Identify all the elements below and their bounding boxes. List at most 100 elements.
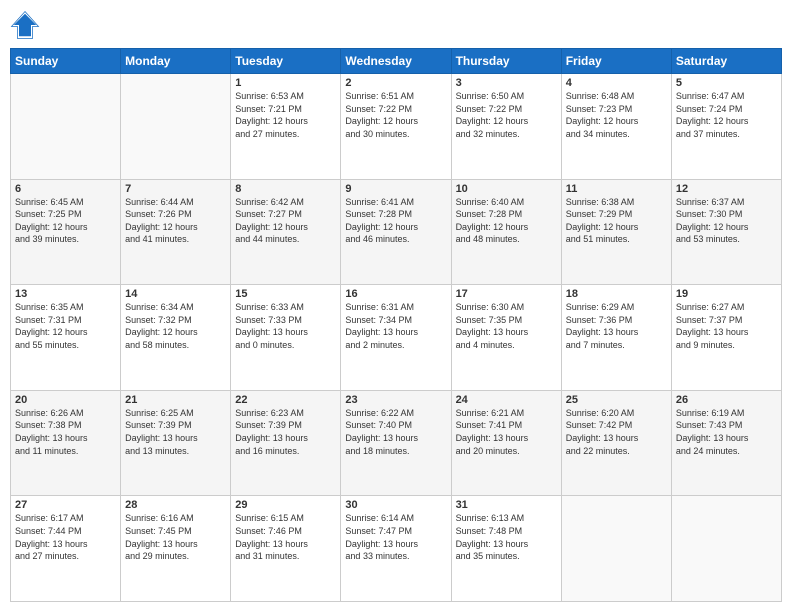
weekday-header: Monday: [121, 49, 231, 74]
day-info: Sunrise: 6:37 AM Sunset: 7:30 PM Dayligh…: [676, 196, 777, 246]
day-info: Sunrise: 6:47 AM Sunset: 7:24 PM Dayligh…: [676, 90, 777, 140]
day-info: Sunrise: 6:23 AM Sunset: 7:39 PM Dayligh…: [235, 407, 336, 457]
page: SundayMondayTuesdayWednesdayThursdayFrid…: [0, 0, 792, 612]
calendar-cell: 21Sunrise: 6:25 AM Sunset: 7:39 PM Dayli…: [121, 390, 231, 496]
calendar-table: SundayMondayTuesdayWednesdayThursdayFrid…: [10, 48, 782, 602]
weekday-header: Sunday: [11, 49, 121, 74]
calendar-cell: 10Sunrise: 6:40 AM Sunset: 7:28 PM Dayli…: [451, 179, 561, 285]
day-info: Sunrise: 6:50 AM Sunset: 7:22 PM Dayligh…: [456, 90, 557, 140]
day-number: 5: [676, 77, 777, 89]
weekday-header: Wednesday: [341, 49, 451, 74]
header: [10, 10, 782, 40]
day-info: Sunrise: 6:19 AM Sunset: 7:43 PM Dayligh…: [676, 407, 777, 457]
day-number: 28: [125, 499, 226, 511]
calendar-cell: 25Sunrise: 6:20 AM Sunset: 7:42 PM Dayli…: [561, 390, 671, 496]
calendar-cell: [561, 496, 671, 602]
calendar-cell: 26Sunrise: 6:19 AM Sunset: 7:43 PM Dayli…: [671, 390, 781, 496]
day-info: Sunrise: 6:35 AM Sunset: 7:31 PM Dayligh…: [15, 301, 116, 351]
day-number: 14: [125, 288, 226, 300]
calendar-cell: 16Sunrise: 6:31 AM Sunset: 7:34 PM Dayli…: [341, 285, 451, 391]
calendar-cell: 8Sunrise: 6:42 AM Sunset: 7:27 PM Daylig…: [231, 179, 341, 285]
day-info: Sunrise: 6:14 AM Sunset: 7:47 PM Dayligh…: [345, 512, 446, 562]
calendar-cell: 24Sunrise: 6:21 AM Sunset: 7:41 PM Dayli…: [451, 390, 561, 496]
calendar-cell: 3Sunrise: 6:50 AM Sunset: 7:22 PM Daylig…: [451, 74, 561, 180]
calendar-week-row: 20Sunrise: 6:26 AM Sunset: 7:38 PM Dayli…: [11, 390, 782, 496]
day-number: 7: [125, 183, 226, 195]
day-info: Sunrise: 6:44 AM Sunset: 7:26 PM Dayligh…: [125, 196, 226, 246]
calendar-cell: 22Sunrise: 6:23 AM Sunset: 7:39 PM Dayli…: [231, 390, 341, 496]
day-number: 26: [676, 394, 777, 406]
calendar-cell: [121, 74, 231, 180]
weekday-header: Friday: [561, 49, 671, 74]
calendar-cell: 9Sunrise: 6:41 AM Sunset: 7:28 PM Daylig…: [341, 179, 451, 285]
day-info: Sunrise: 6:31 AM Sunset: 7:34 PM Dayligh…: [345, 301, 446, 351]
day-number: 30: [345, 499, 446, 511]
day-number: 25: [566, 394, 667, 406]
day-number: 27: [15, 499, 116, 511]
calendar-cell: 19Sunrise: 6:27 AM Sunset: 7:37 PM Dayli…: [671, 285, 781, 391]
day-info: Sunrise: 6:20 AM Sunset: 7:42 PM Dayligh…: [566, 407, 667, 457]
day-info: Sunrise: 6:48 AM Sunset: 7:23 PM Dayligh…: [566, 90, 667, 140]
day-info: Sunrise: 6:53 AM Sunset: 7:21 PM Dayligh…: [235, 90, 336, 140]
day-number: 9: [345, 183, 446, 195]
calendar-cell: 14Sunrise: 6:34 AM Sunset: 7:32 PM Dayli…: [121, 285, 231, 391]
calendar-cell: 7Sunrise: 6:44 AM Sunset: 7:26 PM Daylig…: [121, 179, 231, 285]
day-number: 3: [456, 77, 557, 89]
day-info: Sunrise: 6:40 AM Sunset: 7:28 PM Dayligh…: [456, 196, 557, 246]
logo: [10, 10, 44, 40]
day-number: 10: [456, 183, 557, 195]
day-info: Sunrise: 6:21 AM Sunset: 7:41 PM Dayligh…: [456, 407, 557, 457]
weekday-header: Saturday: [671, 49, 781, 74]
day-info: Sunrise: 6:42 AM Sunset: 7:27 PM Dayligh…: [235, 196, 336, 246]
calendar-cell: 1Sunrise: 6:53 AM Sunset: 7:21 PM Daylig…: [231, 74, 341, 180]
calendar-cell: 28Sunrise: 6:16 AM Sunset: 7:45 PM Dayli…: [121, 496, 231, 602]
weekday-header: Thursday: [451, 49, 561, 74]
calendar-cell: 13Sunrise: 6:35 AM Sunset: 7:31 PM Dayli…: [11, 285, 121, 391]
day-info: Sunrise: 6:17 AM Sunset: 7:44 PM Dayligh…: [15, 512, 116, 562]
weekday-header-row: SundayMondayTuesdayWednesdayThursdayFrid…: [11, 49, 782, 74]
day-number: 11: [566, 183, 667, 195]
day-number: 20: [15, 394, 116, 406]
calendar-cell: 20Sunrise: 6:26 AM Sunset: 7:38 PM Dayli…: [11, 390, 121, 496]
day-number: 23: [345, 394, 446, 406]
calendar-cell: [11, 74, 121, 180]
calendar-week-row: 1Sunrise: 6:53 AM Sunset: 7:21 PM Daylig…: [11, 74, 782, 180]
day-info: Sunrise: 6:45 AM Sunset: 7:25 PM Dayligh…: [15, 196, 116, 246]
calendar-cell: 17Sunrise: 6:30 AM Sunset: 7:35 PM Dayli…: [451, 285, 561, 391]
logo-icon: [10, 10, 40, 40]
day-info: Sunrise: 6:38 AM Sunset: 7:29 PM Dayligh…: [566, 196, 667, 246]
day-number: 29: [235, 499, 336, 511]
day-info: Sunrise: 6:27 AM Sunset: 7:37 PM Dayligh…: [676, 301, 777, 351]
day-info: Sunrise: 6:26 AM Sunset: 7:38 PM Dayligh…: [15, 407, 116, 457]
calendar-cell: [671, 496, 781, 602]
day-info: Sunrise: 6:13 AM Sunset: 7:48 PM Dayligh…: [456, 512, 557, 562]
day-number: 21: [125, 394, 226, 406]
day-number: 22: [235, 394, 336, 406]
calendar-cell: 11Sunrise: 6:38 AM Sunset: 7:29 PM Dayli…: [561, 179, 671, 285]
calendar-cell: 27Sunrise: 6:17 AM Sunset: 7:44 PM Dayli…: [11, 496, 121, 602]
calendar-cell: 30Sunrise: 6:14 AM Sunset: 7:47 PM Dayli…: [341, 496, 451, 602]
day-info: Sunrise: 6:34 AM Sunset: 7:32 PM Dayligh…: [125, 301, 226, 351]
day-number: 8: [235, 183, 336, 195]
calendar-week-row: 27Sunrise: 6:17 AM Sunset: 7:44 PM Dayli…: [11, 496, 782, 602]
day-number: 19: [676, 288, 777, 300]
calendar-cell: 6Sunrise: 6:45 AM Sunset: 7:25 PM Daylig…: [11, 179, 121, 285]
calendar-cell: 12Sunrise: 6:37 AM Sunset: 7:30 PM Dayli…: [671, 179, 781, 285]
day-info: Sunrise: 6:16 AM Sunset: 7:45 PM Dayligh…: [125, 512, 226, 562]
day-number: 1: [235, 77, 336, 89]
day-info: Sunrise: 6:51 AM Sunset: 7:22 PM Dayligh…: [345, 90, 446, 140]
calendar-cell: 4Sunrise: 6:48 AM Sunset: 7:23 PM Daylig…: [561, 74, 671, 180]
calendar-cell: 15Sunrise: 6:33 AM Sunset: 7:33 PM Dayli…: [231, 285, 341, 391]
calendar-cell: 2Sunrise: 6:51 AM Sunset: 7:22 PM Daylig…: [341, 74, 451, 180]
day-info: Sunrise: 6:25 AM Sunset: 7:39 PM Dayligh…: [125, 407, 226, 457]
day-info: Sunrise: 6:30 AM Sunset: 7:35 PM Dayligh…: [456, 301, 557, 351]
calendar-cell: 31Sunrise: 6:13 AM Sunset: 7:48 PM Dayli…: [451, 496, 561, 602]
calendar-cell: 29Sunrise: 6:15 AM Sunset: 7:46 PM Dayli…: [231, 496, 341, 602]
calendar-cell: 5Sunrise: 6:47 AM Sunset: 7:24 PM Daylig…: [671, 74, 781, 180]
weekday-header: Tuesday: [231, 49, 341, 74]
day-number: 15: [235, 288, 336, 300]
calendar-week-row: 13Sunrise: 6:35 AM Sunset: 7:31 PM Dayli…: [11, 285, 782, 391]
day-number: 16: [345, 288, 446, 300]
calendar-week-row: 6Sunrise: 6:45 AM Sunset: 7:25 PM Daylig…: [11, 179, 782, 285]
calendar-cell: 18Sunrise: 6:29 AM Sunset: 7:36 PM Dayli…: [561, 285, 671, 391]
